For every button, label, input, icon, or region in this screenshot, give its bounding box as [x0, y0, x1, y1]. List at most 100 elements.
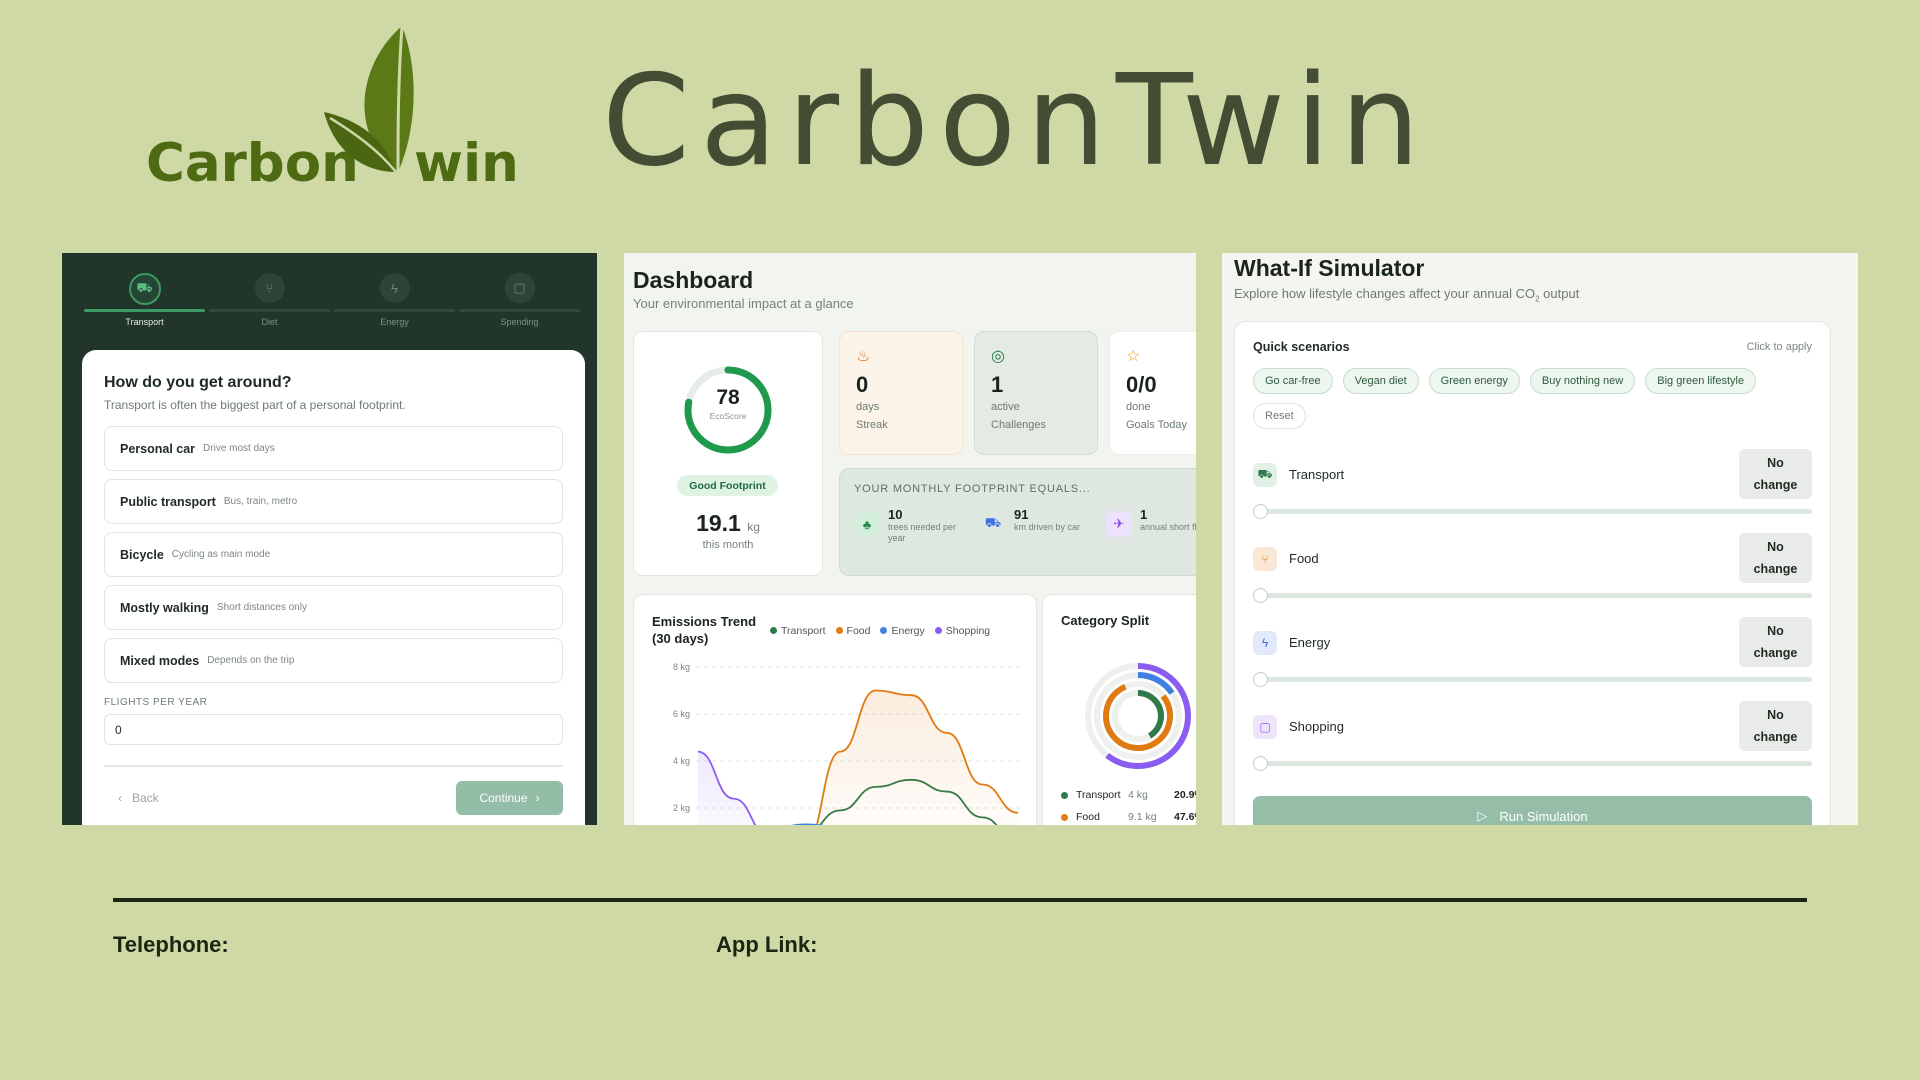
flame-icon: ♨ [856, 348, 871, 365]
slider-handle[interactable] [1253, 672, 1268, 687]
category-name: Food [1289, 551, 1319, 566]
chip-green-energy[interactable]: Green energy [1428, 368, 1520, 394]
flights-per-year-input[interactable]: 0 [104, 714, 563, 745]
option-label: Bicycle [120, 547, 164, 562]
split-name: Transport [1076, 789, 1121, 801]
stat-label: Challenges [991, 419, 1047, 431]
stat-unit: active [991, 401, 1020, 413]
quick-scenarios-hint: Click to apply [1746, 341, 1812, 353]
goals-card: ☆ 0/0 done Goals Today [1109, 331, 1196, 455]
telephone-label: Telephone: [113, 932, 229, 957]
dashboard-title: Dashboard [633, 267, 754, 293]
status-line: change [1753, 646, 1798, 660]
equivalent-number: 1 [1140, 507, 1148, 522]
step-transport[interactable]: ⛟ Transport [82, 267, 207, 327]
y-tick-label: 6 kg [673, 709, 690, 719]
option-label: Personal car [120, 441, 196, 456]
chip-buy-nothing-new[interactable]: Buy nothing new [1529, 368, 1636, 394]
step-diet[interactable]: ⑂ Diet [207, 267, 332, 327]
emissions-trend-chart: 8 kg 6 kg 4 kg 2 kg [673, 662, 1020, 825]
star-icon: ☆ [1126, 348, 1141, 365]
play-icon: ▷ [1477, 808, 1488, 823]
sim-row-food: ⑂ Food No change [1253, 533, 1812, 617]
option-label: Public transport [120, 494, 216, 509]
continue-label: Continue [479, 791, 528, 805]
plane-icon: ✈ [1106, 511, 1132, 537]
ecoscore-card: 78 EcoScore Good Footprint 19.1 kg this … [633, 331, 823, 576]
y-tick-label: 2 kg [673, 803, 690, 813]
step-spending[interactable]: ▢ Spending [457, 267, 582, 327]
slider-handle[interactable] [1253, 756, 1268, 771]
car-icon: ⛟ [1253, 463, 1277, 487]
stat-unit: days [856, 401, 880, 413]
split-kg: 4 kg [1128, 789, 1148, 801]
status-line: change [1753, 730, 1798, 744]
chart-title: Emissions Trend (30 days) [652, 614, 757, 646]
step-label: Energy [380, 317, 409, 327]
footprint-equivalents: YOUR MONTHLY FOOTPRINT EQUALS... ♣ 10 tre… [839, 468, 1196, 576]
footprint-value: 19.1 [696, 510, 741, 536]
chip-reset[interactable]: Reset [1253, 403, 1306, 429]
option-mostly-walking[interactable]: Mostly walking Short distances only [104, 585, 563, 630]
footprint-total: 19.1 kg [634, 510, 822, 537]
option-label: Mostly walking [120, 600, 209, 615]
step-energy[interactable]: ϟ Energy [332, 267, 457, 327]
legend-label: Shopping [945, 625, 991, 637]
carbontwin-logo: Carbon win [146, 22, 519, 190]
run-simulation-button[interactable]: ▷ Run Simulation [1253, 796, 1812, 825]
chip-big-green-lifestyle[interactable]: Big green lifestyle [1645, 368, 1757, 394]
equivalent-desc: trees needed per year [888, 522, 957, 543]
bolt-icon: ϟ [1253, 631, 1277, 655]
slider-handle[interactable] [1253, 504, 1268, 519]
y-tick-label: 8 kg [673, 662, 690, 672]
form-nav: ‹ Back Continue › [104, 781, 563, 815]
slider-handle[interactable] [1253, 588, 1268, 603]
equivalent-desc: annual short flights [1140, 522, 1196, 532]
footer-rule [113, 898, 1807, 902]
step-label: Transport [125, 317, 164, 327]
legend-label: Food [846, 625, 871, 637]
status-badge: Good Footprint [677, 475, 778, 496]
sim-row-shopping: ▢ Shopping No change [1253, 701, 1812, 785]
stat-label: Goals Today [1126, 419, 1187, 431]
onboarding-screenshot: ⛟ Transport ⑂ Diet ϟ Energy ▢ Spending H… [62, 253, 597, 825]
car-icon: ⛟ [984, 515, 1002, 530]
stat-label: Streak [856, 419, 888, 431]
transport-slider[interactable] [1253, 504, 1812, 519]
status-line: change [1753, 562, 1798, 576]
simulator-subtitle: Explore how lifestyle changes affect you… [1234, 286, 1579, 304]
brand-title: CarbonTwin [602, 47, 1430, 194]
dashboard-screenshot: Dashboard Your environmental impact at a… [624, 253, 1196, 825]
option-public-transport[interactable]: Public transport Bus, train, metro [104, 479, 563, 524]
equivalent-trees: ♣ 10 trees needed per year [854, 507, 966, 544]
step-progress-line [459, 309, 580, 312]
logo-text-right: win [414, 133, 519, 194]
chip-go-car-free[interactable]: Go car-free [1253, 368, 1333, 394]
energy-slider[interactable] [1253, 672, 1812, 687]
equivalent-number: 91 [1014, 507, 1029, 522]
question-title: How do you get around? [104, 374, 292, 391]
split-row-transport: Transport 4 kg 20.9% [1061, 789, 1196, 801]
stat-value: 0 [856, 372, 869, 397]
option-personal-car[interactable]: Personal car Drive most days [104, 426, 563, 471]
option-mixed-modes[interactable]: Mixed modes Depends on the trip [104, 638, 563, 683]
utensils-icon: ⑂ [254, 273, 285, 303]
food-slider[interactable] [1253, 588, 1812, 603]
shopping-slider[interactable] [1253, 756, 1812, 771]
back-button[interactable]: ‹ Back [104, 791, 159, 805]
sim-row-energy: ϟ Energy No change [1253, 617, 1812, 701]
app-link-label: App Link: [716, 932, 818, 957]
ecoscore-label: EcoScore [709, 411, 747, 421]
continue-button[interactable]: Continue › [456, 781, 563, 815]
option-description: Cycling as main mode [171, 549, 271, 560]
chip-vegan-diet[interactable]: Vegan diet [1342, 368, 1419, 394]
series-area-food [816, 690, 1018, 825]
flights-label: FLIGHTS PER YEAR [104, 697, 208, 708]
category-split-donut [1085, 663, 1191, 769]
equivalents-title: YOUR MONTHLY FOOTPRINT EQUALS... [854, 483, 1091, 495]
legend-label: Energy [891, 625, 925, 637]
question-subtitle: Transport is often the biggest part of a… [104, 398, 406, 412]
option-description: Bus, train, metro [223, 496, 298, 507]
footprint-period: this month [702, 539, 754, 551]
option-bicycle[interactable]: Bicycle Cycling as main mode [104, 532, 563, 577]
